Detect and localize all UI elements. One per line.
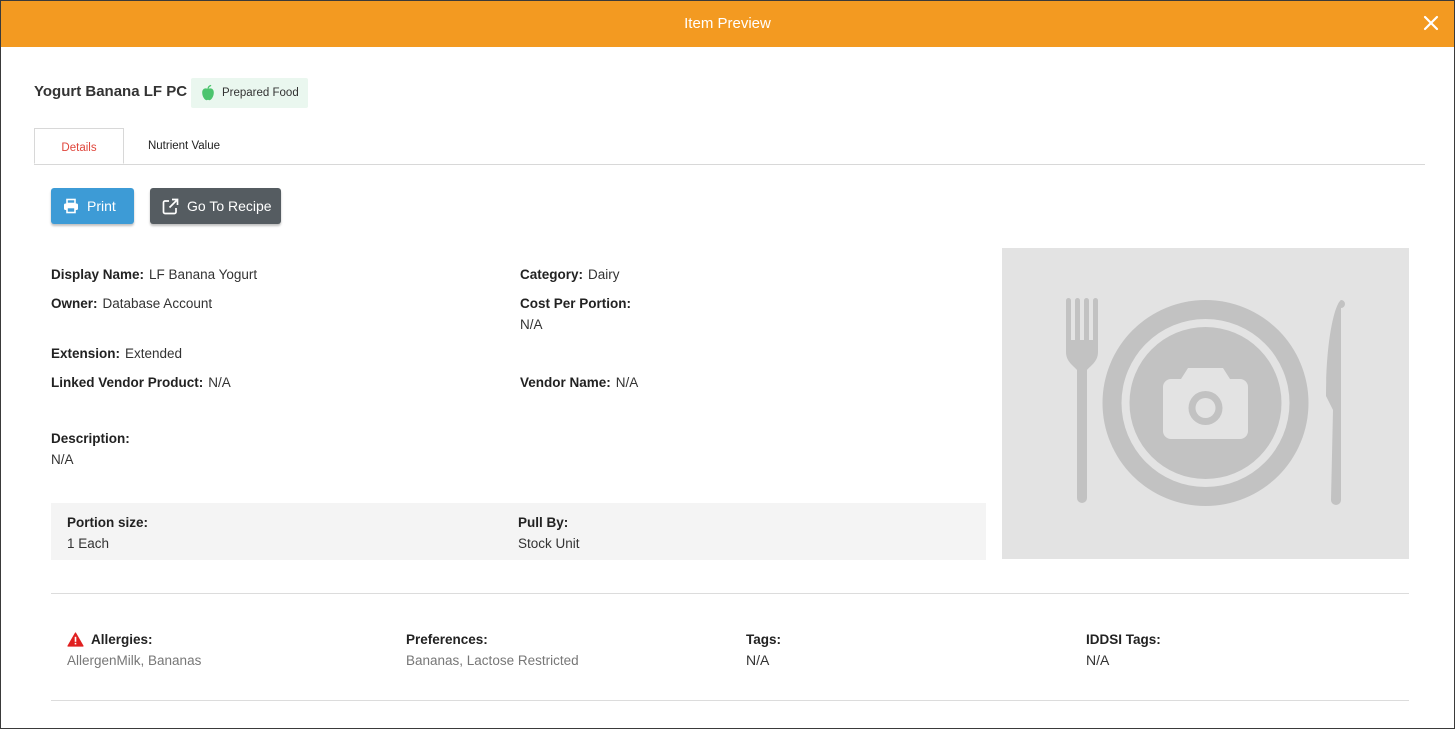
allergies-field: Allergies: AllergenMilk, Bananas	[67, 629, 201, 671]
preferences-field: Preferences: Bananas, Lactose Restricted	[406, 629, 579, 671]
vendor-name-value: N/A	[615, 375, 639, 390]
description-label: Description:	[51, 431, 130, 446]
tags-label: Tags:	[746, 632, 782, 647]
linked-vendor-product-label: Linked Vendor Product:	[51, 375, 204, 390]
tab-nutrient-value[interactable]: Nutrient Value	[126, 128, 242, 164]
item-image-placeholder	[1002, 248, 1409, 559]
portion-size-field: Portion size: 1 Each	[67, 512, 148, 554]
portion-panel: Portion size: 1 Each Pull By: Stock Unit	[51, 503, 986, 560]
extension-field: Extension: Extended	[51, 346, 182, 361]
item-type-label: Prepared Food	[222, 87, 299, 99]
item-name: Yogurt Banana LF PC	[34, 83, 188, 100]
close-button[interactable]	[1420, 12, 1442, 34]
description-field: Description: N/A	[51, 428, 130, 470]
display-name-value: LF Banana Yogurt	[149, 267, 258, 282]
warning-icon	[67, 632, 84, 647]
print-button-label: Print	[87, 198, 116, 214]
iddsi-tags-label: IDDSI Tags:	[1086, 632, 1161, 647]
cost-per-portion-value: N/A	[520, 317, 543, 332]
section-divider-bottom	[51, 700, 1409, 701]
item-type-badge: Prepared Food	[191, 78, 308, 108]
allergies-value: AllergenMilk, Bananas	[67, 653, 202, 668]
category-label: Category:	[520, 267, 584, 282]
tags-field: Tags: N/A	[746, 629, 781, 671]
plate-camera-placeholder-icon	[1066, 298, 1345, 506]
tags-value: N/A	[746, 652, 770, 668]
owner-field: Owner: Database Account	[51, 296, 212, 311]
extension-label: Extension:	[51, 346, 121, 361]
category-field: Category: Dairy	[520, 267, 620, 282]
section-divider-top	[51, 593, 1409, 594]
pull-by-label: Pull By:	[518, 515, 569, 530]
portion-size-value: 1 Each	[67, 536, 110, 551]
apple-icon	[202, 84, 214, 101]
description-value: N/A	[51, 452, 74, 467]
owner-label: Owner:	[51, 296, 98, 311]
iddsi-tags-value: N/A	[1086, 652, 1110, 668]
pull-by-value: Stock Unit	[518, 536, 580, 551]
tab-details[interactable]: Details	[34, 128, 124, 164]
category-value: Dairy	[588, 267, 620, 282]
printer-icon	[64, 198, 78, 214]
print-button[interactable]: Print	[51, 188, 134, 224]
cost-per-portion-field: Cost Per Portion: N/A	[520, 293, 631, 335]
preferences-value: Bananas, Lactose Restricted	[406, 653, 579, 668]
owner-value: Database Account	[102, 296, 213, 311]
portion-size-label: Portion size:	[67, 515, 149, 530]
item-preview-dialog: Item Preview Yogurt Banana LF PC Prepare…	[0, 0, 1455, 729]
preferences-label: Preferences:	[406, 632, 488, 647]
pull-by-field: Pull By: Stock Unit	[518, 512, 580, 554]
go-to-recipe-button[interactable]: Go To Recipe	[150, 188, 281, 224]
cost-per-portion-label: Cost Per Portion:	[520, 296, 632, 311]
extension-value: Extended	[125, 346, 183, 361]
allergies-label: Allergies:	[91, 632, 153, 647]
display-name-label: Display Name:	[51, 267, 145, 282]
dialog-header: Item Preview	[1, 1, 1454, 47]
vendor-name-field: Vendor Name: N/A	[520, 375, 638, 390]
iddsi-tags-field: IDDSI Tags: N/A	[1086, 629, 1161, 671]
go-to-recipe-label: Go To Recipe	[187, 198, 272, 214]
close-icon	[1423, 15, 1439, 31]
external-link-icon	[162, 198, 179, 214]
display-name-field: Display Name: LF Banana Yogurt	[51, 267, 257, 282]
tab-bar: Details Nutrient Value	[34, 128, 1425, 165]
vendor-name-label: Vendor Name:	[520, 375, 611, 390]
dialog-title: Item Preview	[684, 15, 771, 32]
linked-vendor-product-field: Linked Vendor Product: N/A	[51, 375, 231, 390]
linked-vendor-product-value: N/A	[208, 375, 231, 390]
